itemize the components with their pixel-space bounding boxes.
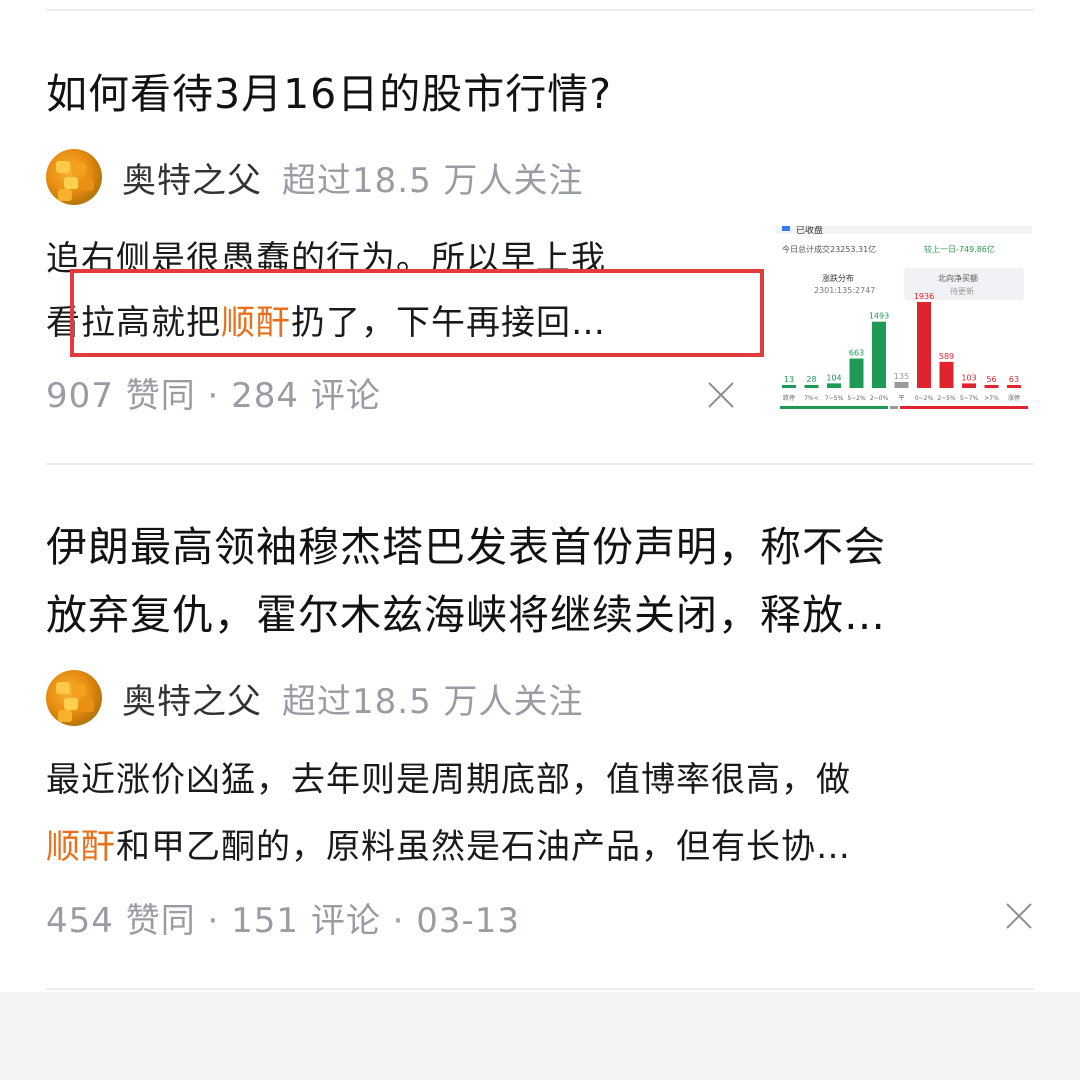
follower-count: 超过18.5 万人关注 [282,160,584,201]
bar-涨停 [1007,385,1021,388]
author-name[interactable]: 奥特之父 [122,674,262,723]
bar->7% [984,385,999,388]
bar-2~0% [872,321,886,388]
title-line-2: 放弃复仇，霍尔木兹海峡将继续关闭，释放… [46,591,886,639]
author-row[interactable]: 奥特之父 超过18.5 万人关注 [46,148,584,206]
feed-bottom-area [0,992,1080,1080]
bar-5~7% [962,383,976,388]
category-label: 跌停 [783,394,795,402]
card-divider [46,988,1034,990]
excerpt-line-1: 最近涨价凶猛，去年则是周期底部，值博率很高，做 [46,760,851,800]
category-label: 5~7% [960,395,979,402]
bar-跌停 [782,385,796,388]
follower-count: 超过18.5 万人关注 [282,681,584,722]
avatar[interactable] [46,670,102,726]
bar-value-label: 135 [894,372,909,381]
excerpt-text: 和甲乙酮的，原料虽然是石油产品，但有长协… [116,827,851,867]
bar-value-label: 56 [986,375,996,384]
bar-value-label: 589 [939,352,954,361]
bar-2~5% [939,361,954,388]
category-label: 平 [898,395,904,402]
author-name[interactable]: 奥特之父 [122,153,262,202]
highlight-keyword[interactable]: 顺酐 [46,827,116,867]
bar-5~2% [849,358,864,388]
bar-value-label: 663 [849,349,864,358]
close-icon[interactable] [1002,899,1036,933]
advance-ratio-bar [900,406,1028,409]
answer-excerpt[interactable]: 最近涨价凶猛，去年则是周期底部，值博率很高，做 顺酐和甲乙酮的，原料虽然是石油产… [46,747,1036,881]
bar-value-label: 1493 [869,312,889,321]
category-label: >7% [984,395,999,402]
vote-comment-meta: 454 赞同 · 151 评论 · 03-13 [46,901,521,941]
feed-card-2[interactable]: 伊朗最高领袖穆杰塔巴发表首份声明，称不会 放弃复仇，霍尔木兹海峡将继续关闭，释放… [0,465,1080,992]
bar-7~5% [827,383,841,388]
question-title[interactable]: 伊朗最高领袖穆杰塔巴发表首份声明，称不会 放弃复仇，霍尔木兹海峡将继续关闭，释放… [46,513,1036,649]
avatar[interactable] [46,149,102,205]
bar-0~2% [917,302,931,388]
title-line-1: 伊朗最高领袖穆杰塔巴发表首份声明，称不会 [46,523,886,571]
category-label: 7%< [804,395,819,402]
flat-ratio-bar [890,406,898,409]
bar-value-label: 28 [806,375,816,384]
bar-value-label: 13 [784,375,794,384]
thumbnail-image[interactable]: 已收盘 今日总计成交23253.31亿 较上一日-749.86亿 涨跌分布 23… [776,226,1032,418]
bar-value-label: 63 [1009,375,1019,384]
category-label: 7~5% [825,395,844,402]
bar-7%< [804,385,819,388]
feed-card-1[interactable]: 如何看待3月16日的股市行情? 奥特之父 超过18.5 万人关注 追右侧是很愚蠢… [0,0,1080,465]
distribution-bar-chart: 13 跌停 28 7%< 104 7~5% 663 5~2% 1493 2~0% 135 平 1936 0… [780,292,1028,409]
author-row[interactable]: 奥特之父 超过18.5 万人关注 [46,669,584,727]
vote-comment-meta: 907 赞同 · 284 评论 [46,376,381,416]
bar-平 [894,382,909,388]
decline-ratio-bar [780,406,888,409]
category-label: 2~0% [870,395,889,402]
bar-value-label: 104 [826,373,841,382]
bar-value-label: 103 [961,373,976,382]
question-title[interactable]: 如何看待3月16日的股市行情? [46,60,612,128]
excerpt-line-2: 顺酐和甲乙酮的，原料虽然是石油产品，但有长协… [46,814,1036,881]
category-label: 涨停 [1008,394,1020,402]
category-label: 0~2% [915,395,934,402]
annotation-highlight-box [70,269,764,357]
category-label: 2~5% [937,395,956,402]
close-icon[interactable] [704,378,738,412]
bar-value-label: 1936 [914,292,934,301]
category-label: 5~2% [847,395,866,402]
